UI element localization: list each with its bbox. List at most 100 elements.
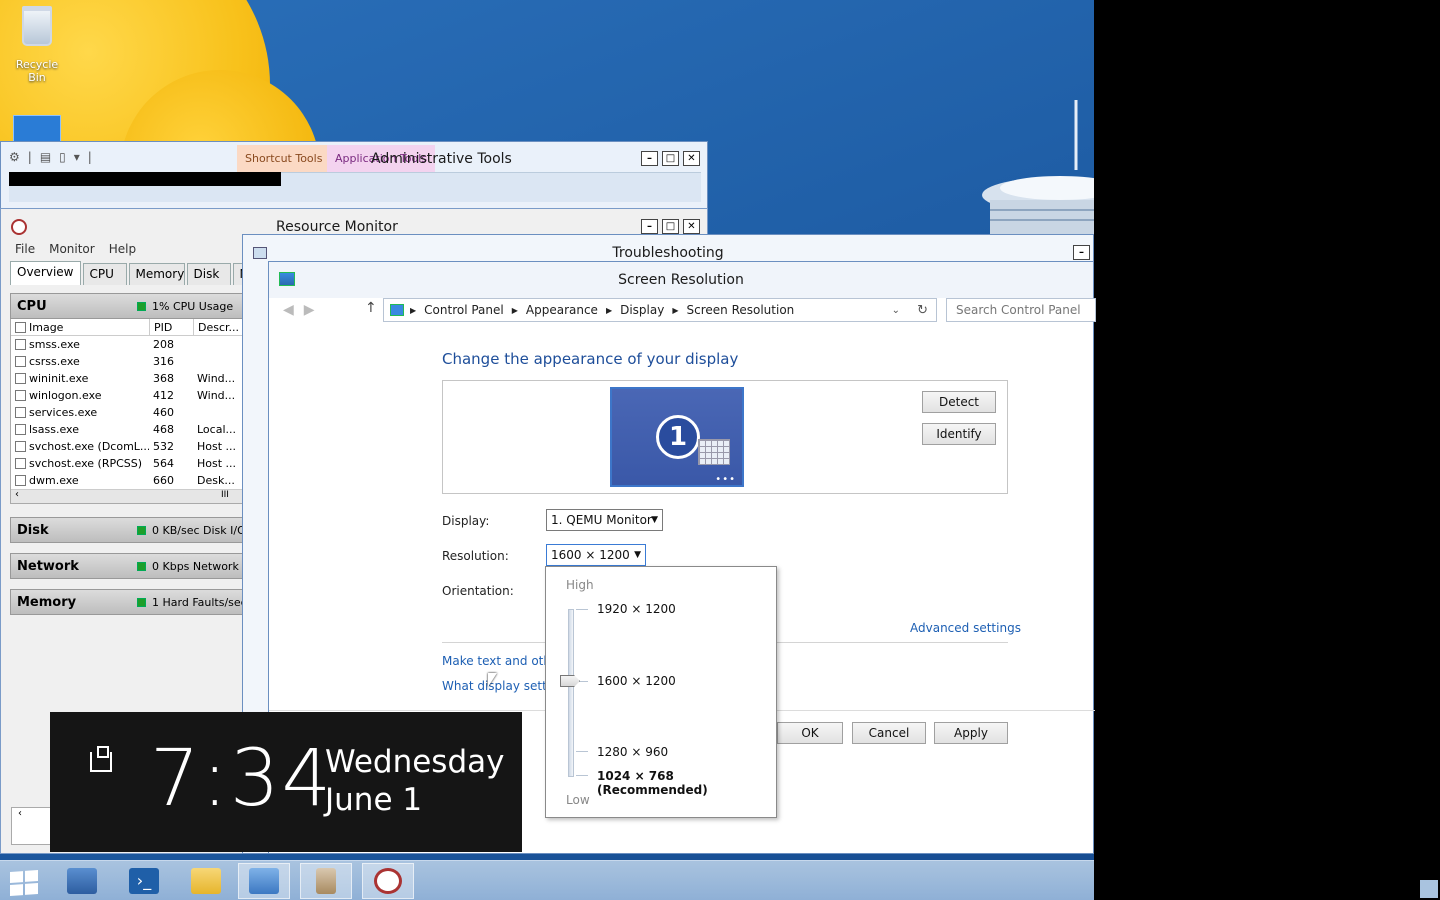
memory-panel-header[interactable]: Memory 1 Hard Faults/sec bbox=[10, 589, 247, 615]
resource-monitor-button[interactable] bbox=[362, 863, 414, 899]
resolution-slider-thumb[interactable] bbox=[560, 675, 580, 687]
row-checkbox[interactable] bbox=[14, 441, 26, 452]
identify-button[interactable]: Identify bbox=[922, 423, 996, 445]
admin-tools-button[interactable] bbox=[300, 863, 352, 899]
ok-button[interactable]: OK bbox=[777, 722, 843, 744]
back-icon[interactable]: ◀ bbox=[283, 302, 294, 318]
select-all-checkbox[interactable] bbox=[14, 321, 26, 333]
refresh-icon[interactable]: ↻ bbox=[917, 303, 928, 318]
column-pid[interactable]: PID bbox=[149, 319, 193, 335]
network-panel-header[interactable]: Network 0 Kbps Network I/ bbox=[10, 553, 249, 579]
row-checkbox[interactable] bbox=[14, 390, 26, 401]
row-checkbox[interactable] bbox=[14, 356, 26, 367]
disk-io-stat: 0 KB/sec Disk I/O bbox=[152, 524, 246, 537]
resolution-select[interactable]: 1600 × 1200 ▼ bbox=[546, 544, 646, 566]
table-row[interactable]: wininit.exe 368 Wind... bbox=[11, 370, 243, 387]
tab-shortcut-tools[interactable]: Shortcut Tools bbox=[237, 145, 331, 173]
properties-icon[interactable]: ⚙ bbox=[9, 150, 20, 164]
row-checkbox[interactable] bbox=[14, 424, 26, 435]
cell-pid: 368 bbox=[153, 372, 174, 385]
powershell-button[interactable]: ›_ bbox=[118, 863, 170, 899]
cpu-usage-stat: 1% CPU Usage bbox=[152, 300, 234, 313]
table-row[interactable]: services.exe 460 bbox=[11, 404, 243, 421]
new-folder-icon[interactable]: ▤ bbox=[40, 150, 51, 164]
column-image[interactable]: Image bbox=[29, 319, 149, 335]
minimize-button[interactable]: – bbox=[641, 151, 658, 166]
breadcrumb-screen-resolution[interactable]: Screen Resolution bbox=[687, 303, 795, 317]
minimize-button[interactable]: – bbox=[641, 219, 658, 234]
row-checkbox[interactable] bbox=[14, 407, 26, 418]
detect-button[interactable]: Detect bbox=[922, 391, 996, 413]
table-row[interactable]: csrss.exe 316 bbox=[11, 353, 243, 370]
resolution-option-recommended[interactable]: 1024 × 768 (Recommended) bbox=[597, 769, 776, 797]
ribbon-occluded-area bbox=[9, 172, 281, 186]
network-icon bbox=[90, 746, 112, 772]
resolution-option-selected[interactable]: 1600 × 1200 bbox=[597, 674, 676, 688]
close-button[interactable]: ✕ bbox=[683, 151, 700, 166]
scroll-left-icon[interactable]: ‹ bbox=[15, 489, 19, 500]
menu-monitor[interactable]: Monitor bbox=[49, 242, 95, 256]
address-bar[interactable]: ▶ Control Panel ▶ Appearance ▶ Display ▶… bbox=[383, 298, 937, 322]
server-manager-button[interactable] bbox=[56, 863, 108, 899]
recycle-bin-shortcut[interactable]: Recycle Bin bbox=[10, 6, 64, 84]
horizontal-scrollbar[interactable]: ‹ III bbox=[11, 489, 243, 503]
resolution-option[interactable]: 1920 × 1200 bbox=[597, 602, 676, 616]
disk-panel-header[interactable]: Disk 0 KB/sec Disk I/O bbox=[10, 517, 246, 543]
network-io-stat: 0 Kbps Network I/ bbox=[152, 560, 250, 573]
taskbar: ›_ bbox=[0, 860, 1094, 900]
resolution-slider-track[interactable] bbox=[568, 609, 574, 777]
menu-help[interactable]: Help bbox=[109, 242, 136, 256]
recycle-bin-icon bbox=[22, 6, 52, 46]
maximize-button[interactable]: □ bbox=[662, 151, 679, 166]
breadcrumb-appearance[interactable]: Appearance bbox=[526, 303, 598, 317]
address-dropdown-icon[interactable]: ⌄ bbox=[892, 305, 900, 316]
tab-cpu[interactable]: CPU bbox=[82, 263, 127, 285]
advanced-settings-link[interactable]: Advanced settings bbox=[910, 621, 1021, 635]
up-arrow-icon[interactable]: ↑ bbox=[365, 300, 377, 316]
cell-pid: 532 bbox=[153, 440, 174, 453]
tab-disk[interactable]: Disk bbox=[186, 263, 231, 285]
table-header-row: Image PID Descr... bbox=[11, 319, 243, 336]
table-row[interactable]: smss.exe 208 bbox=[11, 336, 243, 353]
cell-image: winlogon.exe bbox=[29, 389, 102, 402]
table-row[interactable]: lsass.exe 468 Local... bbox=[11, 421, 243, 438]
maximize-button[interactable]: □ bbox=[662, 219, 679, 234]
cancel-button[interactable]: Cancel bbox=[852, 722, 926, 744]
menu-file[interactable]: File bbox=[15, 242, 35, 256]
cpu-panel-header[interactable]: CPU 1% CPU Usage bbox=[10, 293, 244, 319]
table-row[interactable]: svchost.exe (DcomL... 532 Host ... bbox=[11, 438, 243, 455]
control-panel-button[interactable] bbox=[238, 863, 290, 899]
file-explorer-button[interactable] bbox=[180, 863, 232, 899]
scroll-left-icon[interactable]: ‹ bbox=[18, 808, 22, 819]
resolution-option[interactable]: 1280 × 960 bbox=[597, 745, 668, 759]
search-input[interactable]: Search Control Panel bbox=[946, 298, 1096, 322]
column-description[interactable]: Descr... bbox=[193, 319, 241, 335]
forward-icon[interactable]: ▶ bbox=[304, 302, 315, 318]
customize-qat-icon[interactable]: ▾ bbox=[74, 150, 80, 164]
tab-memory[interactable]: Memory bbox=[128, 263, 185, 285]
row-checkbox[interactable] bbox=[14, 373, 26, 384]
table-row[interactable]: svchost.exe (RPCSS) 564 Host ... bbox=[11, 455, 243, 472]
network-header-label: Network bbox=[17, 559, 79, 574]
row-checkbox[interactable] bbox=[14, 475, 26, 486]
show-desktop-button[interactable] bbox=[1420, 880, 1438, 898]
minimize-button[interactable]: – bbox=[1073, 245, 1090, 260]
row-checkbox[interactable] bbox=[14, 458, 26, 469]
table-row[interactable]: winlogon.exe 412 Wind... bbox=[11, 387, 243, 404]
start-button[interactable] bbox=[0, 863, 52, 899]
breadcrumb-control-panel[interactable]: Control Panel bbox=[424, 303, 504, 317]
monitor-1-thumbnail[interactable]: 1 ••• bbox=[610, 387, 744, 487]
scroll-area[interactable]: ‹ bbox=[11, 807, 51, 845]
rename-icon[interactable]: ▯ bbox=[59, 150, 66, 164]
cell-image: svchost.exe (RPCSS) bbox=[29, 457, 143, 470]
row-checkbox[interactable] bbox=[14, 339, 26, 350]
table-row[interactable]: dwm.exe 660 Desk... bbox=[11, 472, 243, 489]
apply-button[interactable]: Apply bbox=[934, 722, 1008, 744]
scroll-grip-icon[interactable]: III bbox=[221, 490, 229, 500]
breadcrumb-display[interactable]: Display bbox=[620, 303, 664, 317]
display-select[interactable]: 1. QEMU Monitor ▼ bbox=[546, 509, 663, 531]
tab-overview[interactable]: Overview bbox=[10, 261, 81, 285]
close-button[interactable]: ✕ bbox=[683, 219, 700, 234]
desktop-tile-icon[interactable] bbox=[13, 115, 61, 143]
resource-monitor-icon bbox=[11, 219, 27, 235]
